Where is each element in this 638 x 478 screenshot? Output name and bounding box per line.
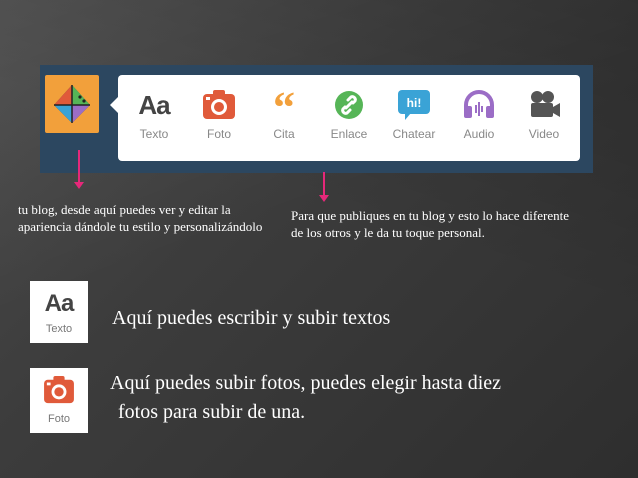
text-aa-icon: Aa <box>30 290 88 318</box>
text-card-glyph: Aa <box>44 290 75 317</box>
text-glyph: Aa <box>138 89 170 120</box>
text-card-caption: Aquí puedes escribir y subir textos <box>112 307 391 329</box>
post-link-label: Enlace <box>330 127 368 141</box>
post-type-panel: Aa Texto Foto “ Cita Enlace hi! Chatear … <box>110 75 580 161</box>
post-audio-button[interactable]: Audio <box>447 83 511 155</box>
photo-card-label: Foto <box>47 413 70 425</box>
link-icon <box>317 83 381 127</box>
headphones-icon <box>447 83 511 127</box>
video-camera-icon <box>512 83 576 127</box>
post-photo-label: Foto <box>206 127 231 141</box>
post-video-button[interactable]: Video <box>512 83 576 155</box>
chat-bubble-icon: hi! <box>382 83 446 127</box>
blog-avatar-button[interactable] <box>45 75 99 133</box>
tumblr-logo-icon <box>54 85 90 123</box>
post-audio-label: Audio <box>463 127 495 141</box>
post-chat-button[interactable]: hi! Chatear <box>382 83 446 155</box>
post-quote-button[interactable]: “ Cita <box>252 83 316 155</box>
post-photo-button[interactable]: Foto <box>187 83 251 155</box>
post-quote-label: Cita <box>273 127 295 141</box>
post-text-label: Texto <box>139 127 169 141</box>
camera-icon <box>43 376 75 409</box>
post-text-button[interactable]: Aa Texto <box>122 83 186 155</box>
arrow-to-post-types <box>319 172 329 202</box>
photo-card-caption-line2: fotos para subir de una. <box>118 401 306 423</box>
chat-badge-text: hi! <box>407 96 422 110</box>
post-link-button[interactable]: Enlace <box>317 83 381 155</box>
post-types-note: Para que publiques en tu blog y esto lo … <box>291 208 569 240</box>
text-aa-icon: Aa <box>122 83 186 127</box>
quote-icon: “ <box>273 86 295 124</box>
post-video-label: Video <box>528 127 560 141</box>
text-type-card: Aa Texto <box>30 281 88 343</box>
arrow-to-avatar <box>74 150 84 189</box>
avatar-note: tu blog, desde aquí puedes ver y editar … <box>18 202 263 234</box>
photo-type-card: Foto <box>30 368 88 433</box>
camera-icon <box>187 83 251 127</box>
photo-card-caption-line1: Aquí puedes subir fotos, puedes elegir h… <box>110 372 502 394</box>
post-chat-label: Chatear <box>392 127 436 141</box>
text-card-label: Texto <box>45 323 73 335</box>
